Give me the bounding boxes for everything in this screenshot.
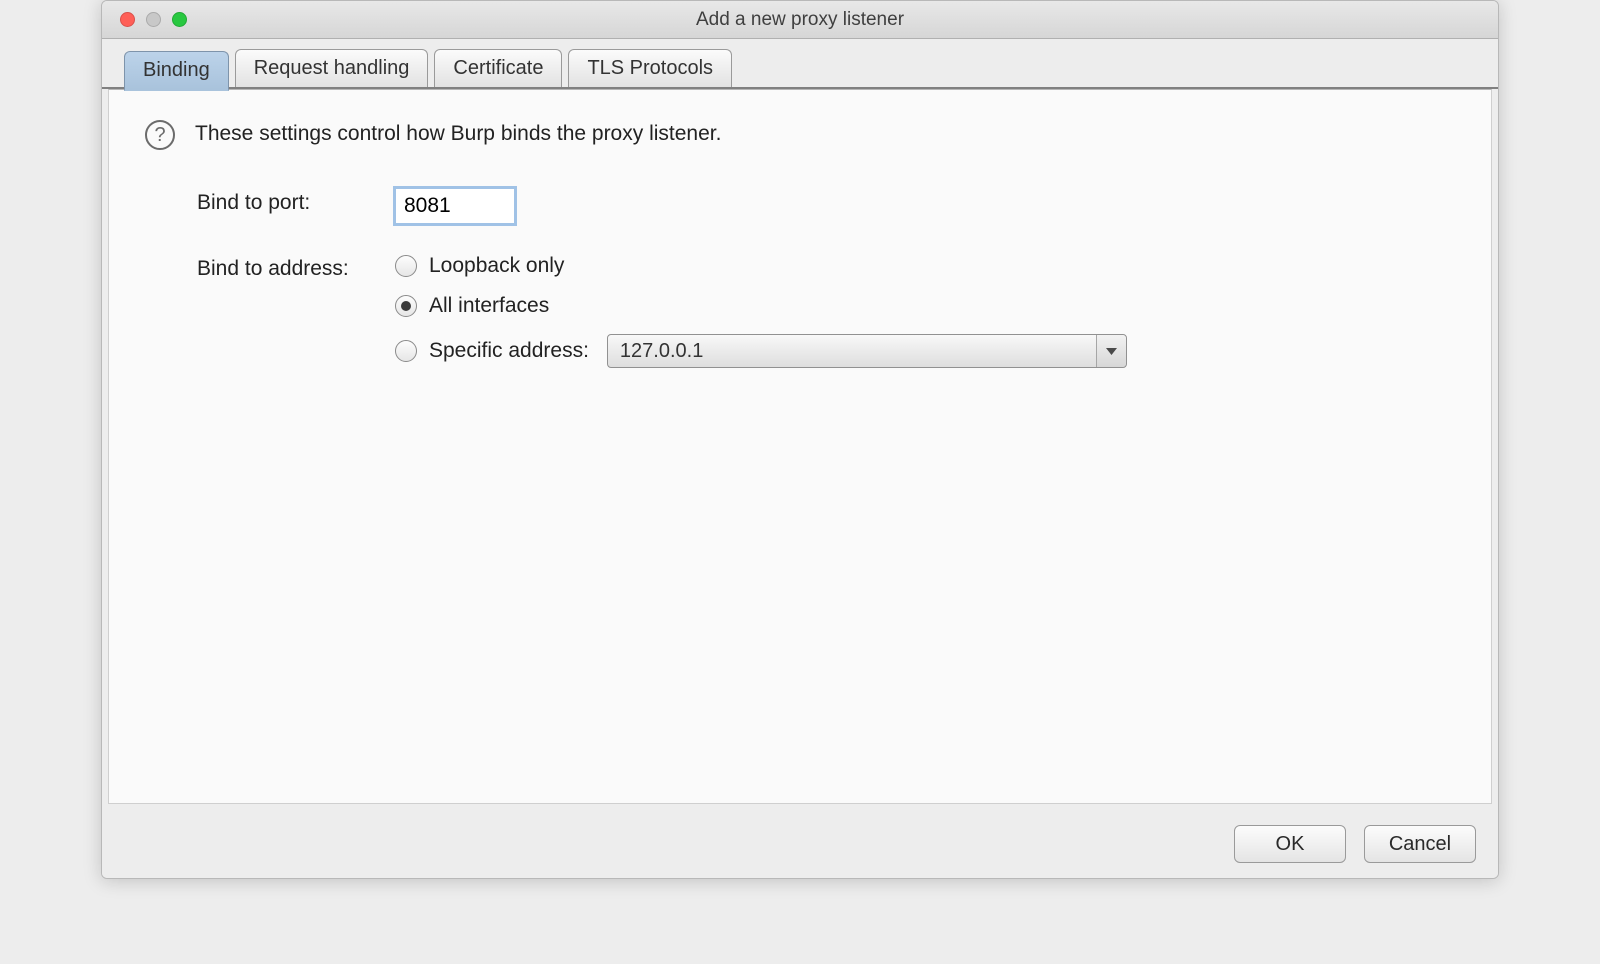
radio-all-label: All interfaces [429,294,549,318]
radio-all-button[interactable] [395,295,417,317]
cancel-button[interactable]: Cancel [1364,825,1476,863]
radio-loopback-row[interactable]: Loopback only [395,254,1127,278]
tab-label: Binding [143,59,210,81]
help-row: ? These settings control how Burp binds … [145,120,1455,150]
window-controls [102,12,187,27]
select-display: 127.0.0.1 [607,334,1127,368]
radio-loopback-label: Loopback only [429,254,564,278]
dialog-window: Add a new proxy listener Binding Request… [101,0,1499,879]
titlebar: Add a new proxy listener [102,1,1498,39]
bind-port-label: Bind to port: [197,188,395,215]
radio-specific-label: Specific address: [429,339,589,363]
help-text: These settings control how Burp binds th… [195,120,721,146]
bind-address-row: Bind to address: Loopback only All inter… [197,254,1455,368]
bind-port-input[interactable] [395,188,515,224]
window-title: Add a new proxy listener [102,9,1498,31]
help-icon[interactable]: ? [145,120,175,150]
button-label: Cancel [1389,833,1451,856]
close-icon[interactable] [120,12,135,27]
select-value: 127.0.0.1 [620,340,703,363]
tab-tls-protocols[interactable]: TLS Protocols [568,49,732,87]
tab-label: Request handling [254,57,410,79]
tab-content: ? These settings control how Burp binds … [108,89,1492,804]
dialog-footer: OK Cancel [102,810,1498,878]
chevron-down-icon[interactable] [1096,335,1126,367]
address-radio-group: Loopback only All interfaces Specific ad… [395,254,1127,368]
tab-certificate[interactable]: Certificate [434,49,562,87]
tab-label: TLS Protocols [587,57,713,79]
bind-address-label: Bind to address: [197,254,395,281]
specific-address-select[interactable]: 127.0.0.1 [607,334,1127,368]
button-label: OK [1276,833,1305,856]
radio-loopback-button[interactable] [395,255,417,277]
tab-binding[interactable]: Binding [124,51,229,91]
tab-request-handling[interactable]: Request handling [235,49,429,87]
minimize-icon[interactable] [146,12,161,27]
tab-bar: Binding Request handling Certificate TLS… [102,39,1498,89]
radio-specific-button[interactable] [395,340,417,362]
maximize-icon[interactable] [172,12,187,27]
tab-label: Certificate [453,57,543,79]
bind-port-row: Bind to port: [197,188,1455,224]
radio-specific-row[interactable]: Specific address: 127.0.0.1 [395,334,1127,368]
radio-all-row[interactable]: All interfaces [395,294,1127,318]
form-area: Bind to port: Bind to address: Loopback … [197,188,1455,368]
ok-button[interactable]: OK [1234,825,1346,863]
